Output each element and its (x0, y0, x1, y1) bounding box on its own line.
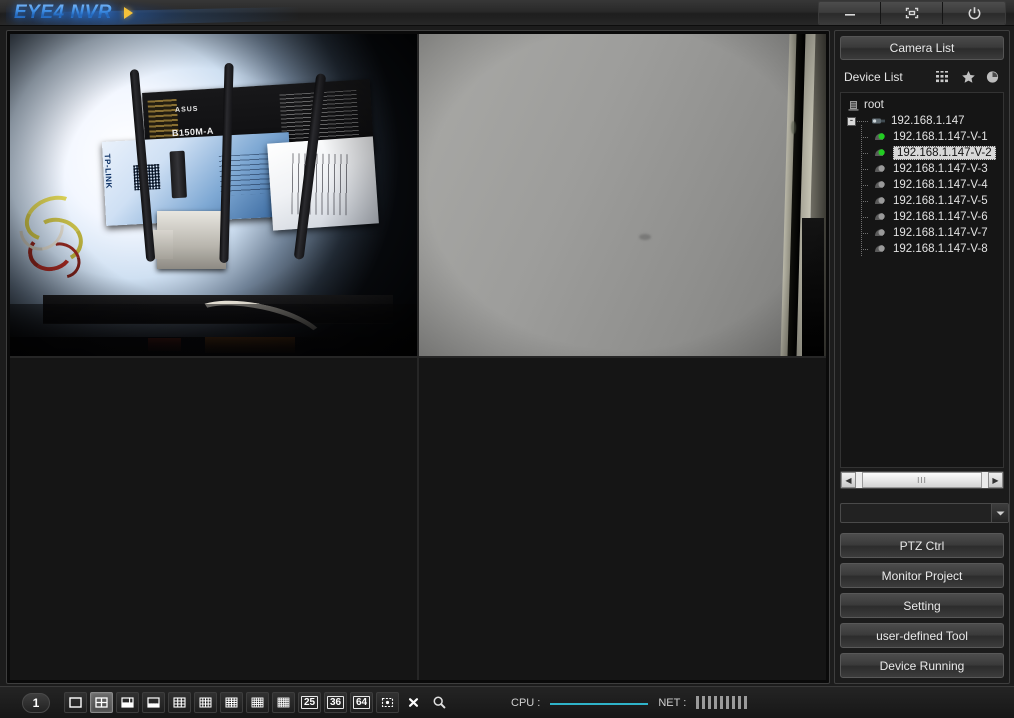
layout-1-button[interactable] (64, 692, 87, 713)
search-combobox[interactable] (840, 503, 1009, 523)
camera-offline-icon (875, 197, 885, 204)
tree-camera-label: 192.168.1.147-V-5 (893, 195, 988, 207)
maximize-button[interactable] (881, 2, 943, 24)
layout-25-button[interactable]: 25 (298, 692, 321, 713)
tree-node-camera-2[interactable]: 192.168.1.147-V-2 (843, 141, 1001, 161)
layout-36-button[interactable]: 36 (324, 692, 347, 713)
sidebar-action-buttons: PTZ Ctrl Monitor Project Setting user-de… (840, 533, 1004, 678)
layout-64-label: 64 (352, 696, 371, 709)
user-defined-tool-button[interactable]: user-defined Tool (840, 623, 1004, 648)
layout-13-button[interactable] (220, 692, 243, 713)
camera-device-icon (872, 118, 885, 124)
layout-buttons: 25 36 64 (64, 692, 451, 713)
favorites-star-icon[interactable] (961, 70, 976, 84)
video-pane-1[interactable]: ASUS B150M-A TP-LINK (10, 34, 417, 356)
tree-camera-label: 192.168.1.147-V-6 (893, 211, 988, 223)
tree-node-camera-4[interactable]: 192.168.1.147-V-4 (843, 173, 1001, 193)
video-pane-1-stream: ASUS B150M-A TP-LINK (10, 34, 417, 356)
tree-node-camera-8[interactable]: 192.168.1.147-V-8 (843, 237, 1001, 257)
layout-8-button[interactable] (142, 692, 165, 713)
tree-camera-label: 192.168.1.147-V-1 (893, 131, 988, 143)
tree-node-camera-5[interactable]: 192.168.1.147-V-5 (843, 189, 1001, 209)
tree-device-label: 192.168.1.147 (891, 115, 965, 127)
search-row (840, 503, 1009, 523)
cpu-graph (550, 697, 649, 709)
video-grid: ASUS B150M-A TP-LINK (10, 34, 826, 680)
scroll-left-arrow-icon[interactable]: ◀ (841, 472, 856, 488)
tree-horizontal-scrollbar[interactable]: ◀ III ▶ (840, 471, 1004, 489)
tree-camera-label: 192.168.1.147-V-8 (893, 243, 988, 255)
layout-20-button[interactable] (272, 692, 295, 713)
tree-node-camera-6[interactable]: 192.168.1.147-V-6 (843, 205, 1001, 225)
camera-list-header-button[interactable]: Camera List (840, 36, 1004, 60)
device-list-label: Device List (844, 70, 903, 84)
magnifier-button[interactable] (428, 692, 451, 713)
tree-connector (857, 120, 869, 122)
layout-4-button[interactable] (90, 692, 113, 713)
app-logo: EYE4 NVR (14, 2, 112, 23)
scrollbar-track[interactable]: III (856, 472, 988, 488)
tree-camera-label: 192.168.1.147-V-2 (893, 146, 996, 160)
camera-offline-icon (875, 181, 885, 188)
net-graph (696, 696, 748, 709)
title-bar: EYE4 NVR (0, 0, 1014, 26)
tree-node-camera-3[interactable]: 192.168.1.147-V-3 (843, 157, 1001, 177)
camera-online-icon (875, 149, 885, 156)
monitor-project-button[interactable]: Monitor Project (840, 563, 1004, 588)
window-controls (818, 1, 1006, 25)
tree-node-root[interactable]: root (843, 97, 1001, 113)
tree-root-label: root (864, 99, 884, 111)
setting-button[interactable]: Setting (840, 593, 1004, 618)
scroll-right-arrow-icon[interactable]: ▶ (988, 472, 1003, 488)
camera-offline-icon (875, 245, 885, 252)
tree-node-camera-7[interactable]: 192.168.1.147-V-7 (843, 221, 1001, 241)
video-pane-3[interactable] (10, 358, 417, 680)
status-indicators: CPU : NET : (511, 696, 748, 709)
close-all-button[interactable] (402, 692, 425, 713)
video-area: ASUS B150M-A TP-LINK (6, 30, 830, 684)
camera-online-icon (875, 133, 885, 140)
right-sidebar: Camera List Device List root - 192.168.1… (834, 30, 1010, 684)
bottom-toolbar: 1 25 36 64 CPU: NET: (0, 686, 1014, 718)
device-list-row: Device List (840, 64, 1004, 90)
server-rack-icon (848, 100, 859, 111)
net-label: NET : (658, 696, 687, 709)
power-button[interactable] (943, 2, 1005, 24)
tree-node-camera-1[interactable]: 192.168.1.147-V-1 (843, 125, 1001, 145)
layout-6-button[interactable] (116, 692, 139, 713)
tree-camera-label: 192.168.1.147-V-3 (893, 163, 988, 175)
history-clock-icon[interactable] (985, 70, 1000, 84)
eye4-nvr-window: EYE4 NVR 1 25 36 64 CPU: NET: Camera L… (0, 0, 1014, 718)
camera-offline-icon (875, 213, 885, 220)
device-running-button[interactable]: Device Running (840, 653, 1004, 678)
page-indicator[interactable]: 1 (22, 692, 50, 713)
scrollbar-thumb[interactable]: III (862, 472, 982, 488)
layout-64-button[interactable]: 64 (350, 692, 373, 713)
custom-layout-button[interactable] (376, 692, 399, 713)
video-pane-2[interactable] (419, 34, 826, 356)
camera-offline-icon (875, 229, 885, 236)
ptz-ctrl-button[interactable]: PTZ Ctrl (840, 533, 1004, 558)
video-pane-4[interactable] (419, 358, 826, 680)
device-list-icons (935, 70, 1004, 84)
tree-node-device[interactable]: - 192.168.1.147 (843, 113, 1001, 129)
cpu-label: CPU : (511, 696, 541, 709)
grid-view-icon[interactable] (935, 70, 952, 84)
layout-16-button[interactable] (246, 692, 269, 713)
search-input[interactable] (841, 504, 991, 522)
video-pane-2-stream (419, 34, 826, 356)
device-tree[interactable]: root - 192.168.1.147 192.168.1.147-V-1 1… (840, 92, 1004, 468)
layout-9-button[interactable] (168, 692, 191, 713)
chevron-down-icon[interactable] (991, 504, 1008, 522)
minimize-button[interactable] (819, 2, 881, 24)
layout-36-label: 36 (326, 696, 345, 709)
camera-offline-icon (875, 165, 885, 172)
layout-12-button[interactable] (194, 692, 217, 713)
tree-camera-label: 192.168.1.147-V-4 (893, 179, 988, 191)
play-triangle-icon (124, 7, 133, 19)
layout-25-label: 25 (300, 696, 319, 709)
tree-expander-icon[interactable]: - (847, 116, 856, 126)
tree-camera-label: 192.168.1.147-V-7 (893, 227, 988, 239)
